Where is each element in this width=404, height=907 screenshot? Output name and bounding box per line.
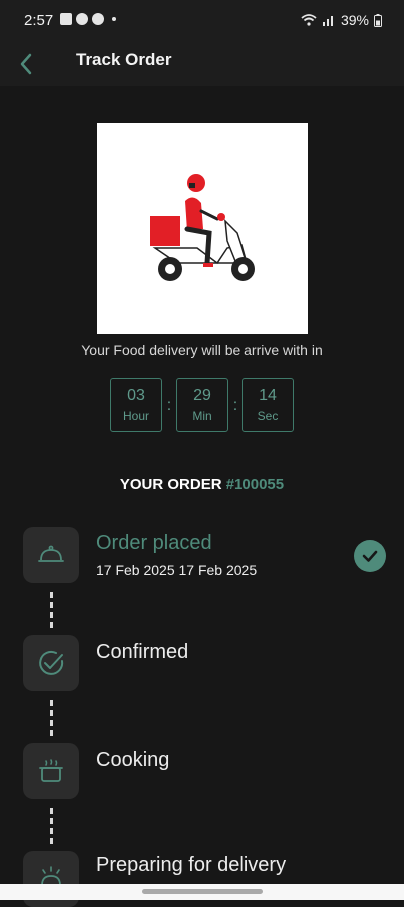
more-notifications-icon — [112, 17, 116, 21]
check-circle-icon — [39, 650, 64, 675]
countdown-separator: : — [232, 397, 238, 414]
step-title: Preparing for delivery — [96, 854, 287, 876]
app-bar: Track Order — [0, 44, 404, 86]
system-nav-bar — [0, 884, 404, 900]
timeline-connector — [50, 700, 53, 736]
app-notification-icon — [92, 13, 104, 25]
order-id: #100055 — [225, 476, 285, 493]
countdown-label: Min — [192, 408, 212, 423]
page-title: Track Order — [76, 50, 172, 69]
step-title: Cooking — [96, 749, 170, 771]
countdown-seconds: 14 Sec — [242, 378, 294, 432]
countdown-label: Sec — [257, 408, 279, 423]
countdown-separator: : — [166, 397, 172, 414]
countdown-value: 14 — [259, 386, 277, 404]
whatsapp-icon — [76, 13, 88, 25]
delivery-message: Your Food delivery will be arrive with i… — [81, 342, 323, 358]
countdown-label: Hour — [122, 408, 149, 423]
countdown-minutes: 29 Min — [176, 378, 228, 432]
cooking-pot-icon — [39, 759, 63, 782]
step-title: Order placed — [96, 532, 212, 554]
order-label: YOUR ORDER — [119, 476, 222, 493]
back-button[interactable] — [14, 50, 40, 78]
countdown-value: 29 — [193, 386, 211, 404]
wifi-icon — [301, 14, 317, 26]
step-icon-box — [23, 743, 79, 799]
countdown-hours: 03 Hour — [110, 378, 162, 432]
status-right: 39% — [301, 12, 382, 28]
gallery-icon — [60, 13, 72, 25]
order-heading: YOUR ORDER #100055 — [0, 476, 404, 493]
delivery-scooter-illustration — [97, 123, 308, 334]
step-icon-box — [23, 527, 79, 583]
signal-icon — [322, 16, 333, 26]
countdown-timer: 03 Hour : 29 Min : 14 Sec — [0, 378, 404, 434]
completed-check-icon — [354, 540, 386, 572]
notification-icons — [60, 13, 116, 25]
timeline-connector — [50, 592, 53, 628]
step-title: Confirmed — [96, 641, 189, 663]
timeline-connector — [50, 808, 53, 844]
countdown-value: 03 — [127, 386, 145, 404]
cloche-icon — [38, 545, 64, 562]
status-bar: 2:57 39% — [0, 0, 404, 44]
battery-percent: 39% — [340, 12, 369, 28]
status-time: 2:57 — [24, 12, 54, 29]
chevron-left-icon — [20, 53, 32, 75]
battery-icon — [374, 13, 382, 27]
home-gesture-handle[interactable] — [142, 889, 263, 894]
step-date: 17 Feb 2025 17 Feb 2025 — [96, 562, 258, 578]
step-icon-box — [23, 635, 79, 691]
